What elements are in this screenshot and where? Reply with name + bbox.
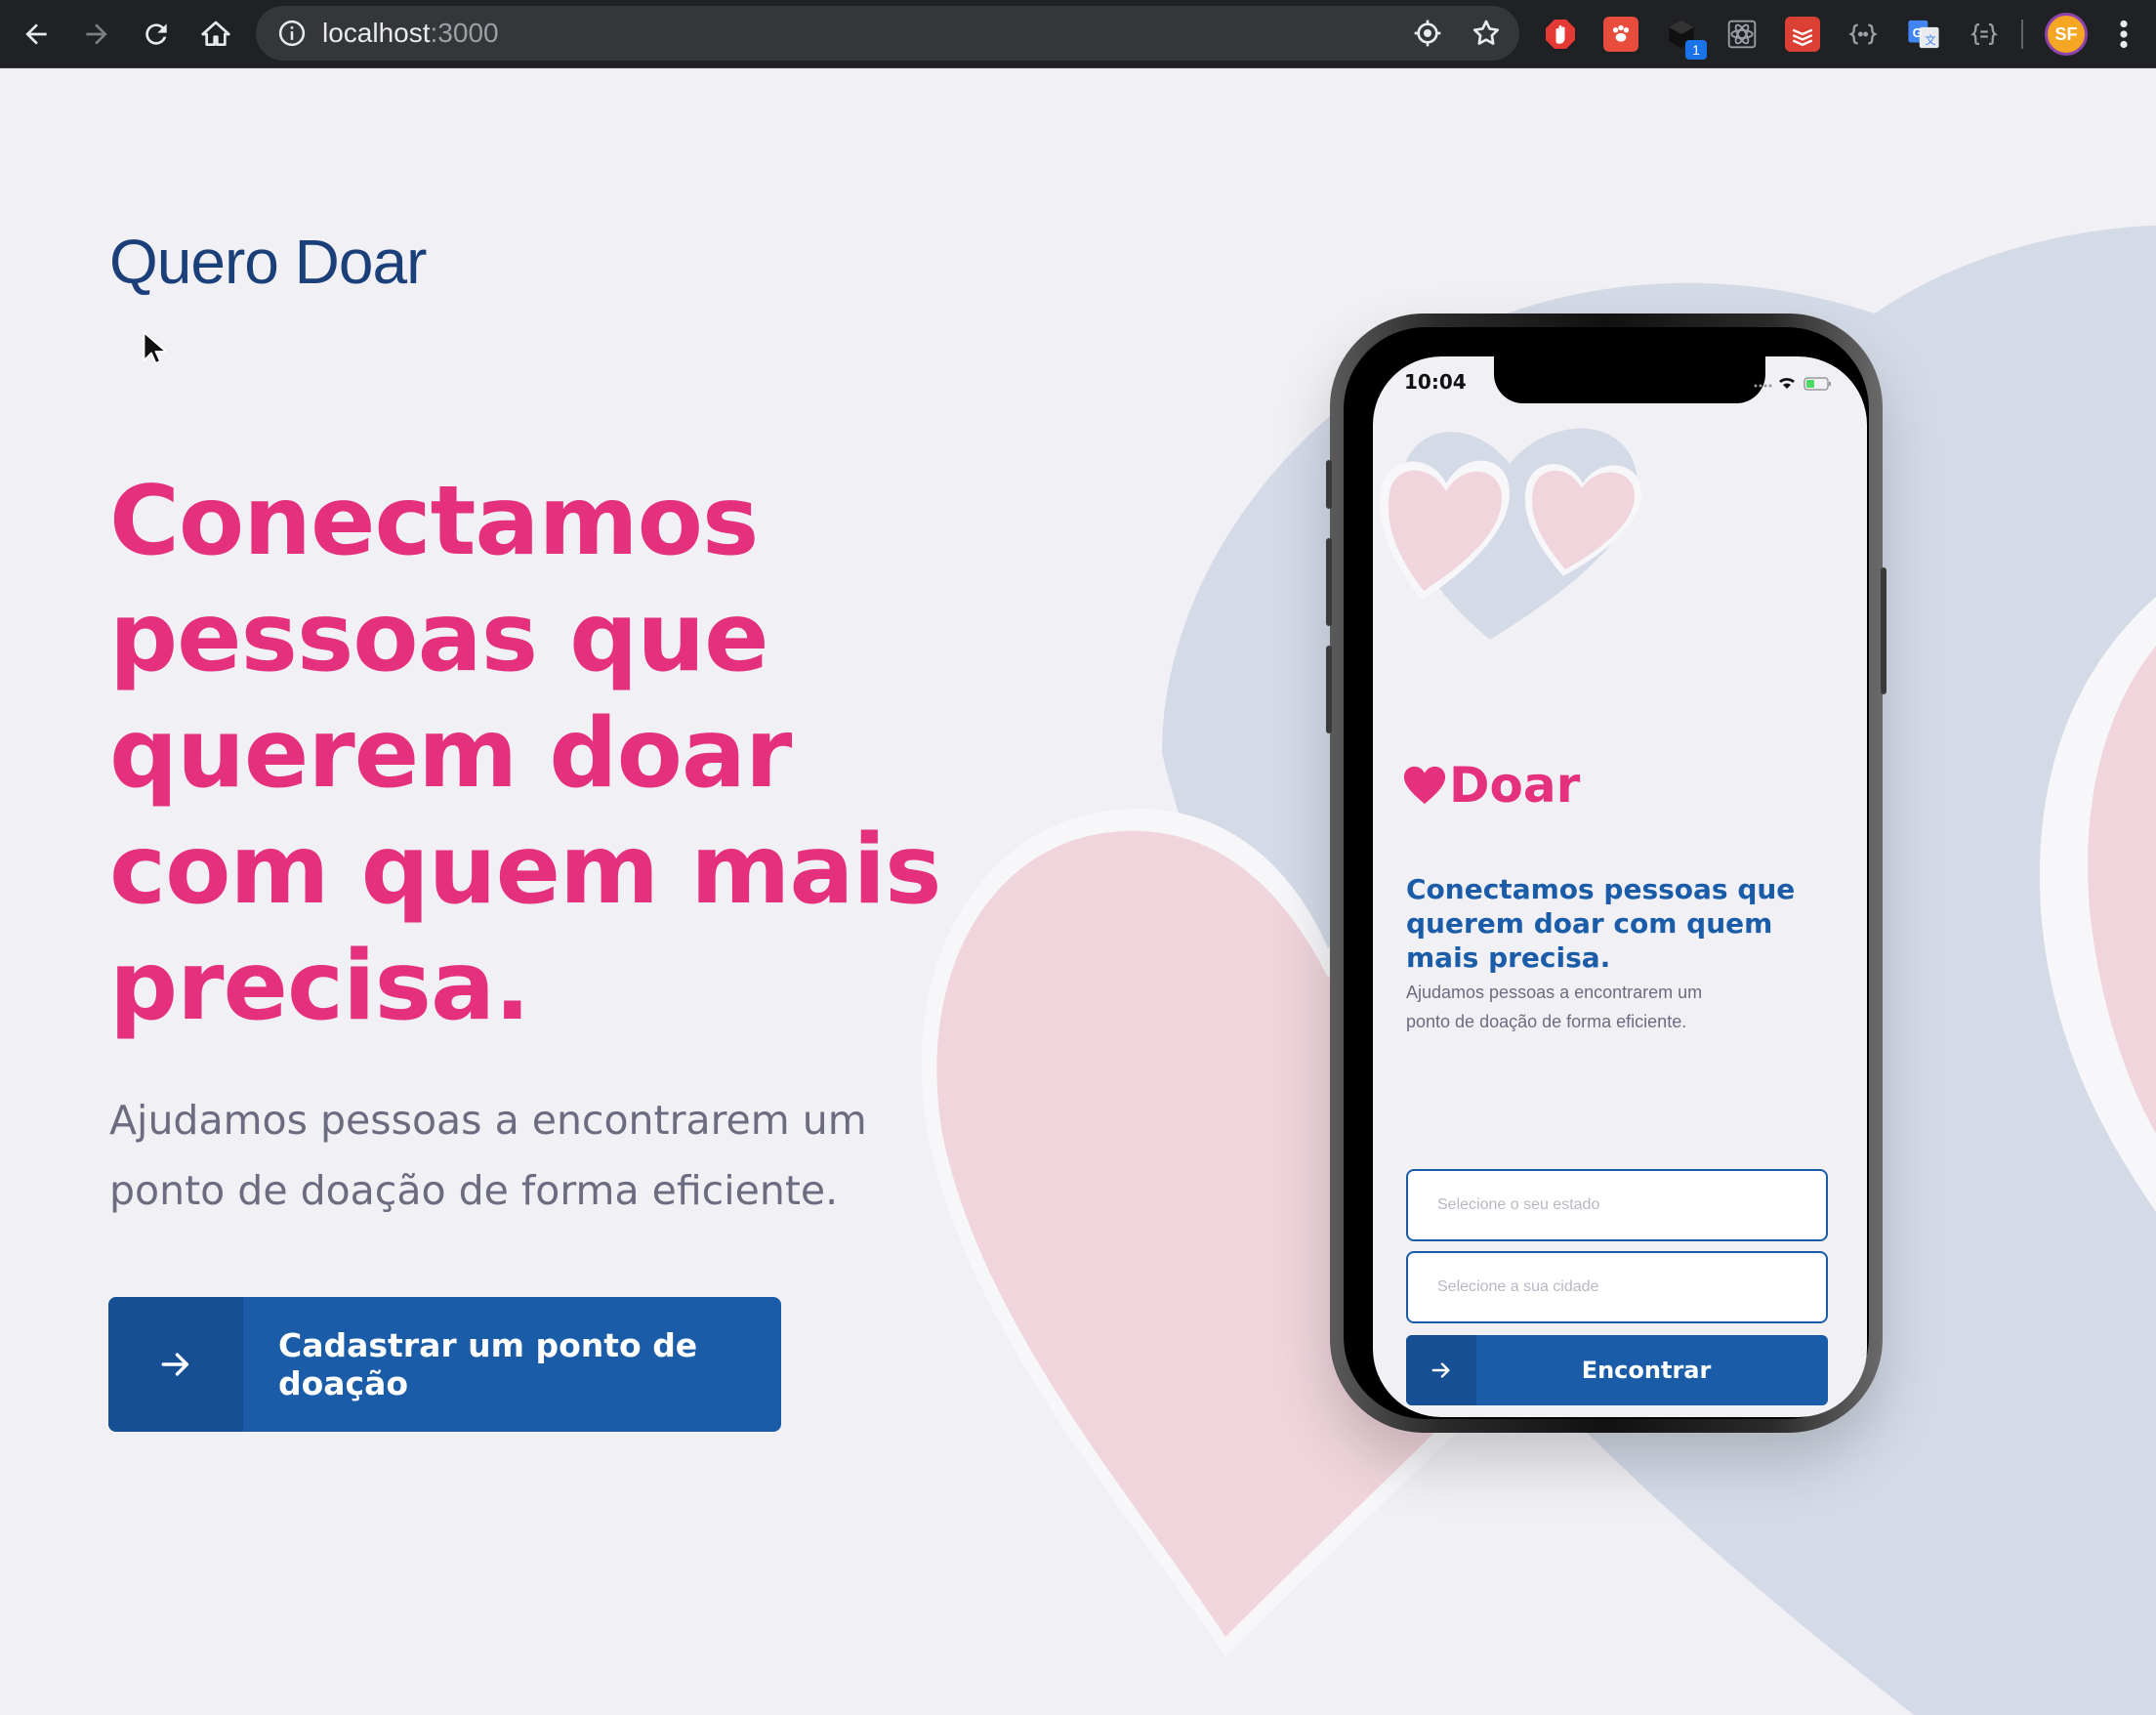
info-icon[interactable] bbox=[277, 19, 307, 48]
landing-page: Quero Doar Conectamos pessoas que querem… bbox=[0, 69, 2156, 1715]
phone-volume-up bbox=[1326, 538, 1332, 626]
home-button[interactable] bbox=[193, 12, 238, 57]
find-button: Encontrar bbox=[1406, 1335, 1828, 1405]
phone-mute-switch bbox=[1326, 460, 1332, 509]
hero-subtext: Ajudamos pessoas a encontrarem um ponto … bbox=[109, 1097, 867, 1214]
svg-text:G: G bbox=[1913, 25, 1923, 40]
arrow-right-icon bbox=[86, 23, 107, 45]
profile-initials: SF bbox=[2054, 23, 2078, 44]
city-select: Selecione a sua cidade bbox=[1406, 1251, 1828, 1323]
mouse-cursor-icon bbox=[143, 331, 166, 364]
cube-icon[interactable]: 1 bbox=[1664, 17, 1707, 60]
url-host: localhost bbox=[322, 18, 431, 48]
register-donation-point-button[interactable]: Cadastrar um ponto de doação bbox=[108, 1297, 781, 1432]
arrow-right-icon bbox=[161, 1353, 189, 1376]
phone-notch bbox=[1494, 356, 1765, 403]
phone-volume-down bbox=[1326, 646, 1332, 733]
svg-text:文: 文 bbox=[1925, 33, 1935, 47]
phone-screen: 10:04 Doar Conectamos pessoas que querem… bbox=[1373, 356, 1867, 1417]
phone-mockup: 10:04 Doar Conectamos pessoas que querem… bbox=[1326, 314, 1886, 1433]
phone-bezel: 10:04 Doar Conectamos pessoas que querem… bbox=[1344, 327, 1869, 1419]
profile-avatar[interactable]: SF bbox=[2045, 13, 2088, 56]
brackets-icon[interactable] bbox=[1845, 17, 1881, 52]
heart-icon bbox=[1403, 766, 1446, 805]
toolbar-divider bbox=[2021, 20, 2023, 49]
address-bar[interactable]: localhost:3000 bbox=[256, 6, 1519, 61]
arrow-left-icon bbox=[25, 23, 47, 45]
status-bar-icons bbox=[1754, 377, 1831, 391]
url-text[interactable]: localhost:3000 bbox=[322, 18, 499, 49]
state-select-placeholder: Selecione o seu estado bbox=[1437, 1196, 1600, 1213]
forward-button[interactable] bbox=[74, 12, 119, 57]
phone-power-button bbox=[1881, 567, 1886, 694]
phone-status-time: 10:04 bbox=[1404, 370, 1467, 394]
brand-logo[interactable]: Quero Doar bbox=[109, 226, 427, 298]
browser-toolbar: localhost:3000 1 G文 SF bbox=[0, 0, 2156, 68]
app-logo: Doar bbox=[1402, 757, 1580, 814]
find-button-icon-box bbox=[1406, 1335, 1476, 1405]
star-icon[interactable] bbox=[1471, 18, 1502, 49]
menu-dots-icon[interactable] bbox=[2109, 17, 2138, 52]
find-button-label: Encontrar bbox=[1581, 1357, 1712, 1384]
extension-badge: 1 bbox=[1685, 40, 1707, 60]
arrow-right-icon bbox=[1431, 1362, 1450, 1378]
reload-button[interactable] bbox=[134, 12, 179, 57]
app-headline: Conectamos pessoas que querem doar com q… bbox=[1406, 873, 1796, 974]
url-port: :3000 bbox=[430, 18, 499, 48]
screen-hearts-decoration bbox=[1380, 428, 1641, 640]
paw-icon[interactable] bbox=[1603, 17, 1638, 52]
json-viewer-icon[interactable] bbox=[1967, 17, 2002, 52]
react-devtools-icon[interactable] bbox=[1724, 17, 1760, 52]
cta-label: Cadastrar um ponto de doação bbox=[278, 1326, 698, 1402]
hero-headline: Conectamos pessoas que querem doar com q… bbox=[109, 466, 941, 1042]
back-button[interactable] bbox=[14, 12, 59, 57]
google-translate-icon[interactable]: G文 bbox=[1906, 17, 1941, 52]
app-description: Ajudamos pessoas a encontrarem um ponto … bbox=[1406, 983, 1703, 1031]
app-logo-text: Doar bbox=[1449, 757, 1581, 814]
home-icon bbox=[201, 21, 230, 46]
city-select-placeholder: Selecione a sua cidade bbox=[1437, 1278, 1599, 1295]
reload-icon bbox=[145, 23, 167, 45]
cta-icon-box bbox=[108, 1297, 243, 1432]
adblock-icon[interactable] bbox=[1543, 17, 1578, 52]
todoist-icon[interactable] bbox=[1785, 17, 1820, 52]
state-select: Selecione o seu estado bbox=[1406, 1169, 1828, 1241]
location-icon[interactable] bbox=[1412, 18, 1443, 49]
